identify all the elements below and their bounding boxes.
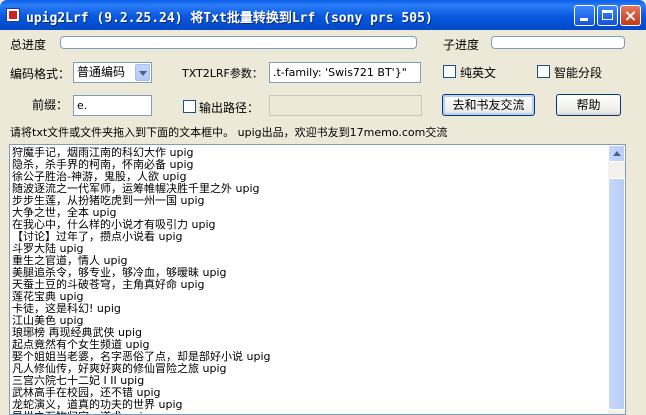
encoding-select[interactable]: 普通编码 [73, 62, 152, 83]
hint-text: 请将txt文件或文件夹拖入到下面的文本框中。 upig出品，欢迎书友到17mem… [10, 126, 448, 139]
list-item: 重生之官道，情人 upig [12, 255, 128, 267]
params-input[interactable]: .t-family: 'Swis721 BT'}" [269, 62, 421, 83]
list-item: 在我心中，什么样的小说才有吸引力 upig [12, 219, 216, 231]
title-bar: upig2Lrf (9.2.25.24) 将Txt批量转换到Lrf (sony … [0, 0, 646, 30]
smart-split-label: 智能分段 [554, 66, 603, 80]
list-item: 异世之万物归宗，道术 upig [12, 411, 602, 414]
total-progress-bar [60, 36, 417, 49]
list-item: 龙蛇演义，道真的功夫的世界 upig [12, 399, 183, 411]
vertical-scrollbar[interactable] [608, 145, 625, 414]
list-item: 凡人修仙传，好爽好爽的修仙冒险之旅 upig [12, 363, 227, 375]
encoding-value: 普通编码 [77, 65, 126, 79]
maximize-button[interactable] [597, 5, 618, 26]
list-item: 狩魔手记，烟雨江南的科幻大作 upig [12, 147, 194, 159]
list-item: 美腿追杀令，够专业，够冷血，够暧昧 upig [12, 267, 227, 279]
exchange-button[interactable]: 去和书友交流 [442, 94, 535, 116]
list-item: 隐杀，杀手界的柯南，怀南必备 upig [12, 159, 194, 171]
pure-english-label: 纯英文 [460, 66, 497, 80]
list-item: 三宫六院七十二妃 I II upig [12, 375, 145, 387]
output-path-input[interactable] [269, 95, 422, 116]
encoding-label: 编码格式： [10, 67, 71, 81]
prefix-input[interactable]: e. [73, 95, 152, 116]
drop-text-area[interactable]: 狩魔手记，烟雨江南的科幻大作 upig 隐杀，杀手界的柯南，怀南必备 upig 徐公… [9, 144, 626, 415]
list-item: 随波逐流之一代军师，运筹帷幄决胜千里之外 upig [12, 183, 260, 195]
scroll-thumb[interactable] [608, 178, 625, 410]
output-path-checkbox[interactable] [183, 100, 196, 113]
list-item: 起点竟然有个女生频道 upig [12, 339, 150, 351]
scroll-up-button[interactable] [608, 145, 625, 162]
list-item: 徐公子胜治-神游，鬼股，人欲 upig [12, 171, 187, 183]
list-item: 大争之世，全本 upig [12, 207, 117, 219]
app-icon [6, 8, 20, 22]
minimize-button[interactable] [574, 5, 595, 26]
list-item: 步步生莲，从扮猪吃虎到一州一国 upig [12, 195, 205, 207]
list-item: 武林高手在校园，还不错 upig [12, 387, 161, 399]
output-path-label: 输出路径： [199, 101, 260, 115]
sub-progress-bar [491, 36, 625, 49]
book-list: 狩魔手记，烟雨江南的科幻大作 upig 隐杀，杀手界的柯南，怀南必备 upig 徐公… [12, 147, 602, 414]
params-label: TXT2LRF参数： [182, 67, 263, 80]
list-item: 琅琊榜 再现经典武侠 upig [12, 327, 142, 339]
list-item: 天蚕土豆的斗破苍穹，主角真好命 upig [12, 279, 205, 291]
list-item: 斗罗大陆 upig [12, 243, 84, 255]
list-item: 莲花宝典 upig [12, 291, 84, 303]
pure-english-checkbox[interactable] [443, 65, 456, 78]
list-item: 娶个姐姐当老婆，名字恶俗了点，却是部好小说 upig [12, 351, 271, 363]
chevron-down-icon[interactable] [135, 64, 150, 81]
smart-split-checkbox[interactable] [537, 65, 550, 78]
help-button[interactable]: 帮助 [556, 94, 621, 116]
minimize-icon [580, 18, 588, 21]
close-icon: × [623, 6, 638, 25]
sub-progress-label: 子进度 [443, 38, 480, 52]
total-progress-label: 总进度 [10, 38, 47, 52]
close-button[interactable]: × [620, 5, 641, 26]
prefix-label: 前缀： [32, 98, 69, 112]
list-item: 【讨论】过年了，攒点小说看 upig [12, 231, 183, 243]
list-item: 江山美色 upig [12, 315, 84, 327]
list-item: 卡徒，这是科幻! upig [12, 303, 121, 315]
maximize-icon [602, 10, 613, 20]
window-title: upig2Lrf (9.2.25.24) 将Txt批量转换到Lrf (sony … [26, 11, 433, 26]
